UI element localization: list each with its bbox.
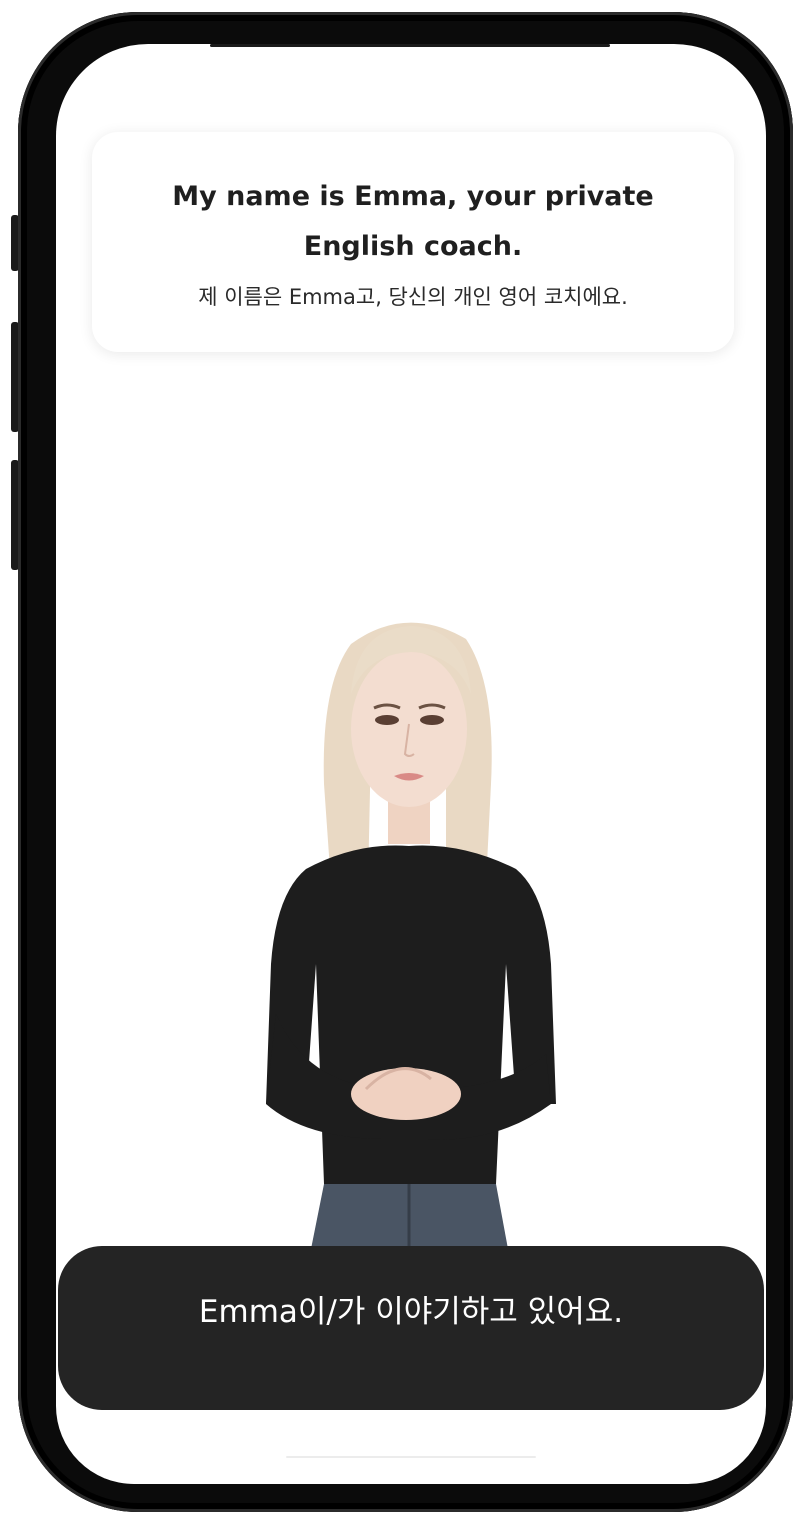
intro-subtitle: 제 이름은 Emma고, 당신의 개인 영어 코치에요. xyxy=(198,285,628,309)
emma-avatar xyxy=(266,622,556,1249)
speaking-status-text: Emma이/가 이야기하고 있어요. xyxy=(198,1294,624,1330)
intro-title: My name is Emma, your private English co… xyxy=(172,181,654,262)
top-notch xyxy=(210,44,610,47)
speaking-status-banner: Emma이/가 이야기하고 있어요. xyxy=(58,1246,764,1410)
home-indicator[interactable] xyxy=(286,1456,536,1458)
intro-card: My name is Emma, your private English co… xyxy=(92,132,734,352)
app-screenshot: My name is Emma, your private English co… xyxy=(0,0,797,1518)
phone-screen: My name is Emma, your private English co… xyxy=(56,44,766,1484)
